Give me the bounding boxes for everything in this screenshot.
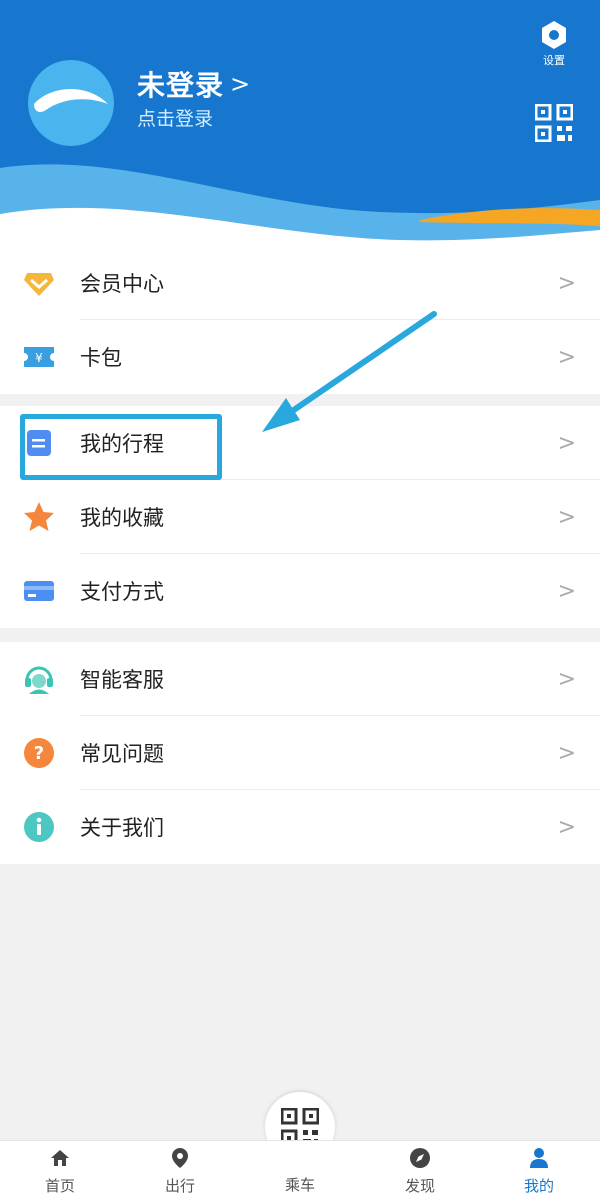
settings-button[interactable]: 设置	[536, 20, 572, 70]
login-subtitle[interactable]: 点击登录	[137, 104, 213, 131]
star-icon	[22, 500, 56, 534]
tab-travel[interactable]: 出行	[140, 1147, 220, 1203]
menu-item-favorites[interactable]: 我的收藏 >	[0, 480, 600, 554]
menu-item-smart-service[interactable]: 智能客服 >	[0, 642, 600, 716]
chevron-right-icon: >	[557, 344, 576, 370]
swoosh-logo-icon	[34, 88, 108, 112]
tab-label: 我的	[523, 1177, 554, 1195]
svg-text:¥: ¥	[35, 351, 43, 365]
menu-item-member-center[interactable]: 会员中心 >	[0, 246, 600, 320]
chevron-right-icon: >	[557, 270, 576, 296]
tab-home[interactable]: 首页	[20, 1147, 100, 1203]
chevron-right-icon: >	[557, 504, 576, 530]
tab-label: 出行	[164, 1177, 195, 1195]
menu-item-label: 常见问题	[80, 742, 164, 766]
menu-item-card-wallet[interactable]: ¥ 卡包 >	[0, 320, 600, 394]
menu-item-label: 支付方式	[80, 580, 164, 604]
hexagon-gear-icon	[542, 21, 566, 49]
tab-label: 发现	[404, 1177, 435, 1195]
chevron-right-icon: >	[557, 740, 576, 766]
compass-icon	[409, 1147, 431, 1169]
login-title[interactable]: 未登录 >	[137, 64, 251, 104]
svg-text:?: ?	[34, 743, 44, 764]
menu-section-help: 智能客服 > ? 常见问题 > 关于我们 >	[0, 642, 600, 864]
chevron-right-icon: >	[230, 70, 252, 98]
card-icon	[22, 574, 56, 608]
tab-label: 首页	[44, 1177, 75, 1195]
tab-discover[interactable]: 发现	[380, 1147, 460, 1203]
qr-code-icon[interactable]	[535, 104, 573, 142]
menu-item-about-us[interactable]: 关于我们 >	[0, 790, 600, 864]
diamond-icon	[22, 266, 56, 300]
settings-label: 设置	[543, 54, 565, 67]
tab-ride-label[interactable]: 乘车	[260, 1174, 340, 1195]
menu-item-label: 关于我们	[80, 816, 164, 840]
menu-item-label: 智能客服	[80, 668, 164, 692]
menu-section-account: 会员中心 > ¥ 卡包 >	[0, 246, 600, 394]
avatar[interactable]	[28, 60, 114, 146]
headset-icon	[22, 662, 56, 696]
info-icon	[22, 810, 56, 844]
chevron-right-icon: >	[557, 814, 576, 840]
chevron-right-icon: >	[557, 666, 576, 692]
home-icon	[49, 1147, 71, 1169]
location-pin-icon	[169, 1147, 191, 1169]
login-title-text: 未登录	[137, 69, 225, 102]
menu-item-label: 卡包	[80, 346, 122, 370]
user-icon	[528, 1147, 550, 1169]
annotation-highlight-box	[20, 414, 222, 480]
menu-item-label: 我的收藏	[80, 506, 164, 530]
chevron-right-icon: >	[557, 430, 576, 456]
menu-item-label: 会员中心	[80, 272, 164, 296]
chevron-right-icon: >	[557, 578, 576, 604]
menu-item-faq[interactable]: ? 常见问题 >	[0, 716, 600, 790]
menu-item-payment-methods[interactable]: 支付方式 >	[0, 554, 600, 628]
ticket-icon: ¥	[22, 340, 56, 374]
question-icon: ?	[22, 736, 56, 770]
profile-header: 未登录 > 点击登录 设置	[0, 0, 600, 250]
tab-mine[interactable]: 我的	[499, 1147, 579, 1203]
